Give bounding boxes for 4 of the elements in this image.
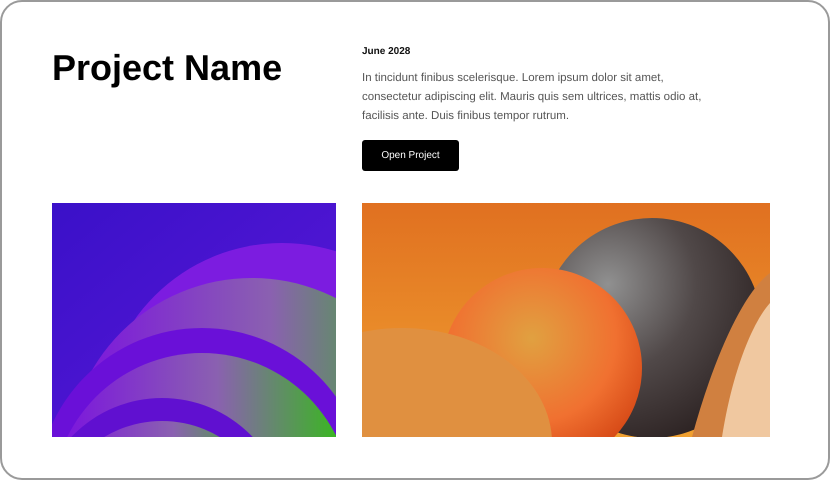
- project-description: In tincidunt finibus scelerisque. Lorem ipsum dolor sit amet, consectetur adipiscing elit. Mauris quis sem ultrices, mattis odio at, facilisis ante. Duis finibus tempor rutrum.: [362, 71, 702, 124]
- project-title: Project Name: [52, 48, 284, 88]
- project-date: June 2028: [362, 46, 412, 57]
- open-project-button[interactable]: Open Project: [362, 140, 459, 171]
